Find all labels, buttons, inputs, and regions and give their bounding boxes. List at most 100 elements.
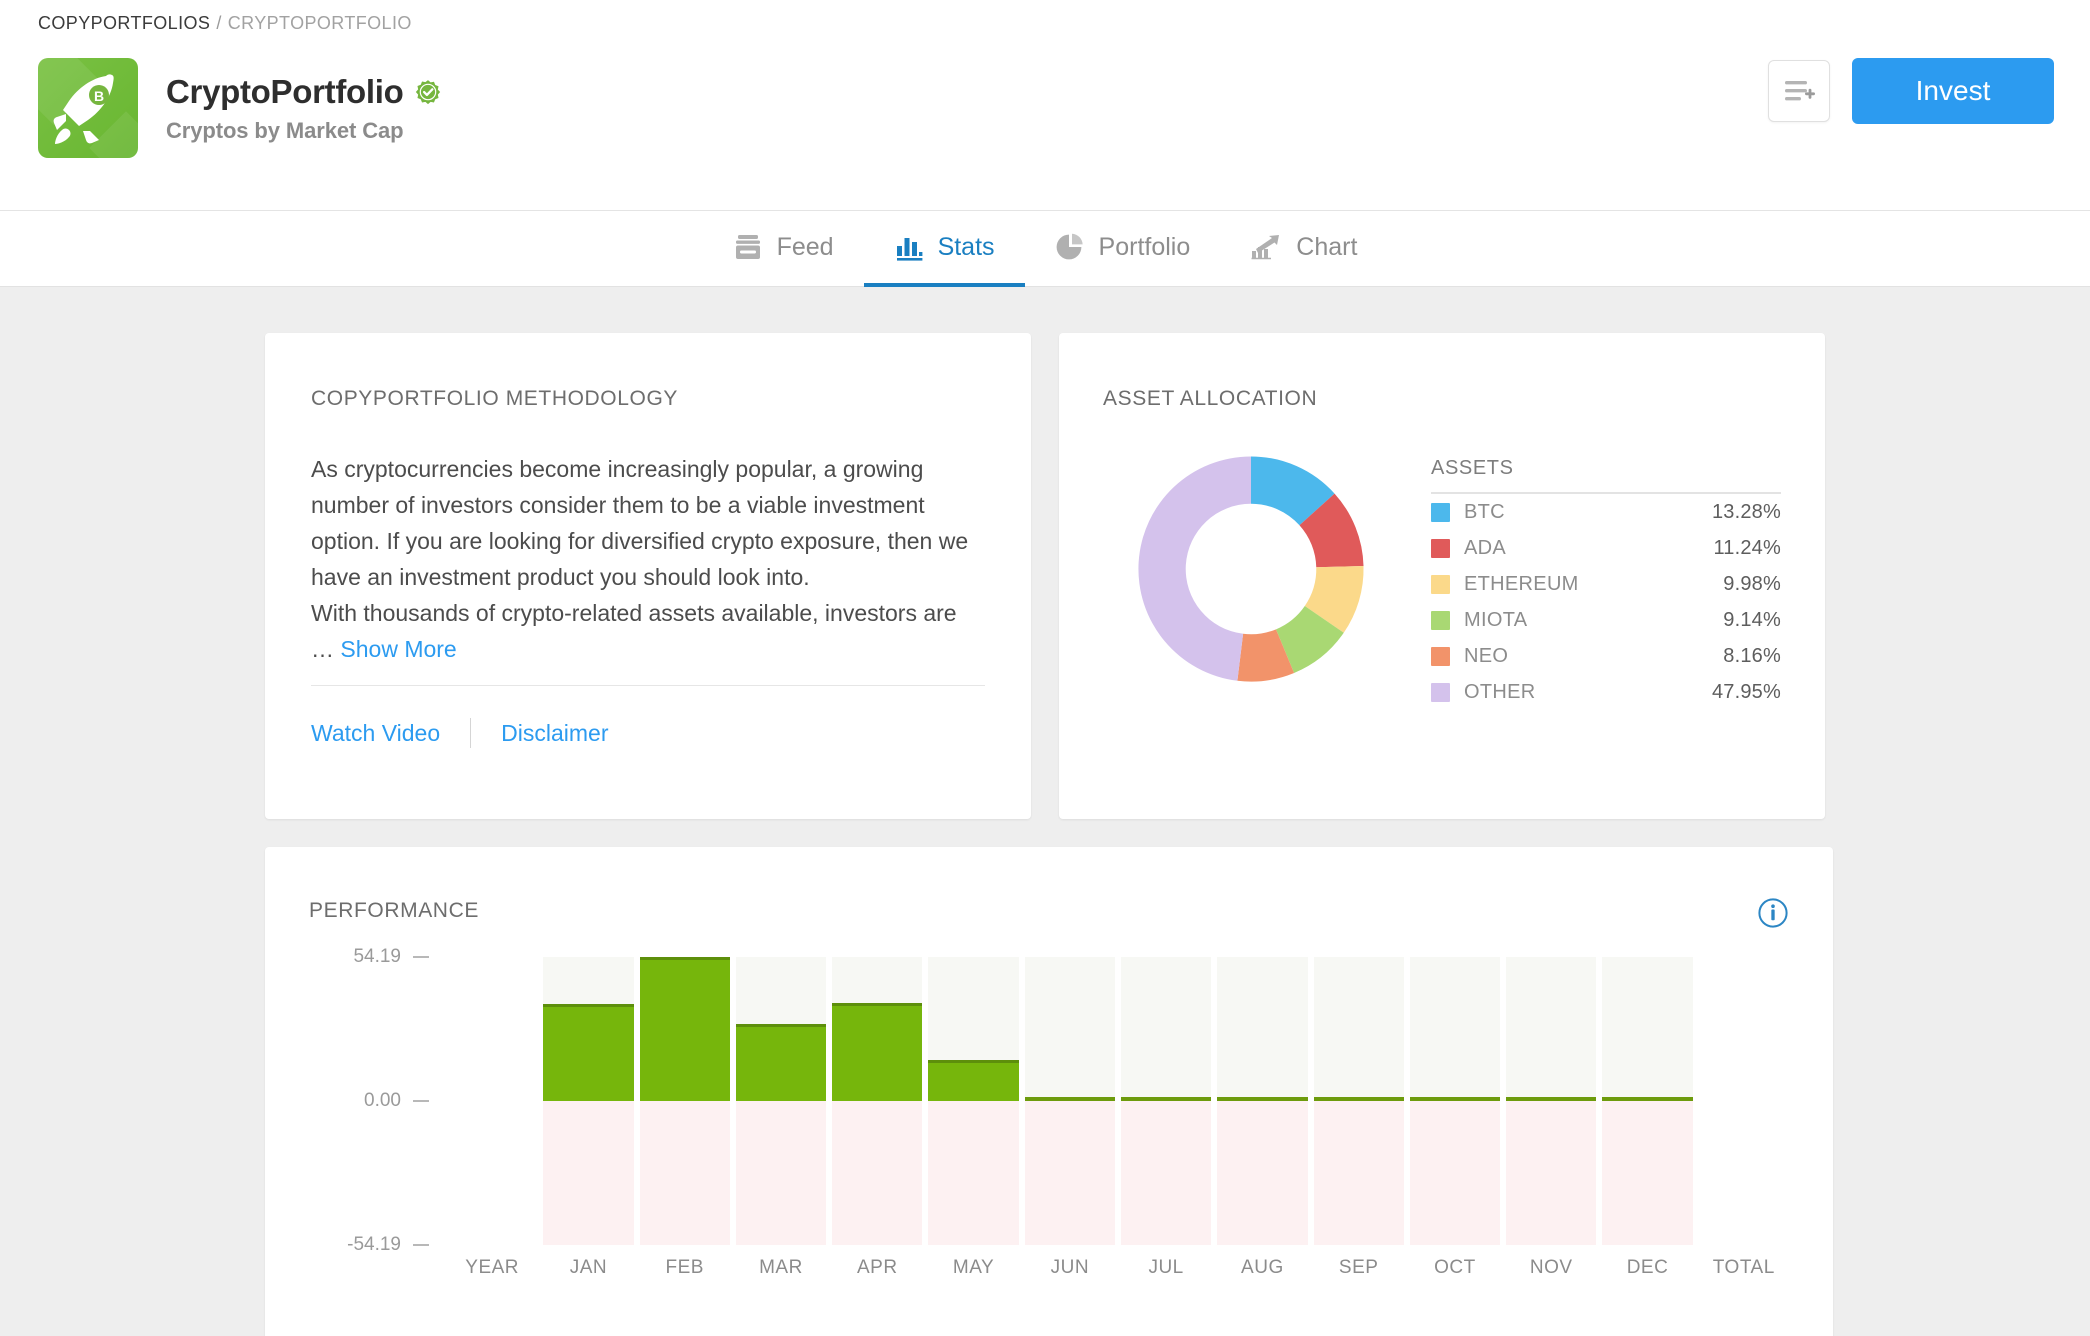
x-axis-label: APR xyxy=(856,1257,898,1278)
legend-swatch-icon xyxy=(1431,574,1451,594)
tab-stats[interactable]: Stats xyxy=(863,211,1025,287)
donut-slice-other[interactable] xyxy=(1138,456,1252,681)
rocket-bitcoin-icon: B xyxy=(38,58,138,158)
legend-item[interactable]: NEO 8.16% xyxy=(1431,638,1781,674)
asset-allocation-card: ASSET ALLOCATION ASSETS BTC 13.28% ADA 11.2… xyxy=(1059,333,1825,819)
chart-column xyxy=(1024,957,1115,1245)
chart-column xyxy=(543,957,634,1245)
bar-nov[interactable] xyxy=(1506,1097,1597,1101)
bar-apr[interactable] xyxy=(832,1002,923,1101)
tab-portfolio[interactable]: Portfolio xyxy=(1025,211,1221,287)
positive-band xyxy=(1313,957,1404,1101)
y-axis-tick xyxy=(413,1100,429,1102)
bar-chart-icon xyxy=(896,238,922,261)
x-axis-label: MAY xyxy=(952,1257,995,1278)
invest-button[interactable]: Invest xyxy=(1852,58,2054,124)
negative-band xyxy=(1313,1101,1404,1245)
chart-column xyxy=(735,957,827,1245)
asset-allocation-title: ASSET ALLOCATION xyxy=(1103,387,1318,410)
negative-band xyxy=(639,1101,730,1245)
header-actions: Invest xyxy=(1768,58,2054,124)
info-circle-icon[interactable] xyxy=(1757,897,1789,929)
chart-column xyxy=(1409,957,1501,1245)
feed-icon xyxy=(735,235,760,259)
portfolio-identity: B CryptoPortfolio Cryptos by Market Cap xyxy=(38,58,441,158)
bar-may[interactable] xyxy=(928,1059,1019,1101)
breadcrumb-separator: / xyxy=(216,13,222,33)
negative-band xyxy=(1602,1101,1693,1245)
x-axis-label: JAN xyxy=(569,1257,608,1278)
x-axis-label: AUG xyxy=(1241,1257,1284,1278)
add-to-watchlist-icon xyxy=(1785,81,1815,101)
bar-oct[interactable] xyxy=(1409,1097,1501,1101)
bar-jul[interactable] xyxy=(1120,1097,1212,1101)
x-axis-label: NOV xyxy=(1529,1257,1573,1278)
watch-video-link[interactable]: Watch Video xyxy=(311,720,440,747)
chart-column xyxy=(1217,957,1308,1245)
bar-feb[interactable] xyxy=(639,957,730,1101)
methodology-text: As cryptocurrencies become increasingly … xyxy=(311,456,969,626)
negative-band xyxy=(1120,1101,1212,1245)
page-header: COPYPORTFOLIOS / CRYPTOPORTFOLIO B CryptoP… xyxy=(0,0,2090,211)
legend-item[interactable]: MIOTA 9.14% xyxy=(1431,602,1781,638)
show-more-link[interactable]: Show More xyxy=(340,636,456,662)
legend-swatch-icon xyxy=(1431,502,1451,522)
portfolio-subtitle: Cryptos by Market Cap xyxy=(166,117,404,143)
link-separator xyxy=(470,718,472,748)
bar-jan[interactable] xyxy=(543,1003,634,1101)
positive-band xyxy=(1217,957,1308,1101)
tab-chart[interactable]: Chart xyxy=(1220,211,1387,287)
chart-column-empty xyxy=(447,957,537,1245)
svg-text:B: B xyxy=(94,88,104,104)
verified-badge-icon xyxy=(416,79,441,104)
chart-column xyxy=(928,957,1019,1245)
methodology-title: COPYPORTFOLIO METHODOLOGY xyxy=(311,387,678,410)
negative-band xyxy=(832,1101,923,1245)
legend-asset-percent: 11.24% xyxy=(1713,536,1781,559)
positive-band xyxy=(1506,957,1597,1101)
x-axis-label: SEP xyxy=(1338,1257,1379,1278)
legend-asset-name: ADA xyxy=(1464,536,1507,559)
chart-column xyxy=(1506,957,1597,1245)
legend-item[interactable]: BTC 13.28% xyxy=(1431,494,1781,530)
bar-sep[interactable] xyxy=(1313,1097,1404,1101)
legend-asset-name: MIOTA xyxy=(1464,608,1528,631)
negative-band xyxy=(928,1101,1019,1245)
tab-feed[interactable]: Feed xyxy=(703,211,864,287)
bar-aug[interactable] xyxy=(1217,1097,1308,1101)
legend-asset-percent: 9.14% xyxy=(1723,608,1781,631)
tab-label-stats: Stats xyxy=(937,232,995,261)
negative-band xyxy=(1217,1101,1308,1245)
negative-band xyxy=(1024,1101,1115,1245)
legend-asset-percent: 47.95% xyxy=(1711,680,1781,703)
legend-item[interactable]: OTHER 47.95% xyxy=(1431,674,1781,710)
disclaimer-link[interactable]: Disclaimer xyxy=(501,720,608,747)
legend-swatch-icon xyxy=(1431,610,1451,630)
performance-bars xyxy=(447,957,1789,1245)
bar-dec[interactable] xyxy=(1602,1097,1693,1101)
bar-jun[interactable] xyxy=(1024,1097,1115,1101)
negative-band xyxy=(735,1101,827,1245)
x-axis-label: TOTAL xyxy=(1712,1257,1775,1278)
x-axis-label: DEC xyxy=(1626,1257,1669,1278)
chart-column xyxy=(1313,957,1404,1245)
bar-mar[interactable] xyxy=(735,1023,827,1101)
chart-column xyxy=(639,957,730,1245)
legend-swatch-icon xyxy=(1431,538,1451,558)
legend-swatch-icon xyxy=(1431,646,1451,666)
tab-label-feed: Feed xyxy=(776,232,834,261)
breadcrumb-root[interactable]: COPYPORTFOLIOS xyxy=(38,13,210,33)
legend-asset-name: ETHEREUM xyxy=(1464,572,1579,595)
legend-item[interactable]: ADA 11.24% xyxy=(1431,530,1781,566)
chart-column xyxy=(1602,957,1693,1245)
legend-header: ASSETS xyxy=(1431,457,1781,494)
x-axis-label: OCT xyxy=(1434,1257,1476,1278)
negative-band xyxy=(1506,1101,1597,1245)
legend-asset-percent: 9.98% xyxy=(1723,572,1781,595)
add-to-watchlist-button[interactable] xyxy=(1768,60,1830,122)
performance-chart: 54.19 0.00 -54.19 YEAR JAN FEB MAR APR MAY JUN JU… xyxy=(309,946,1789,1278)
legend-asset-percent: 8.16% xyxy=(1723,644,1781,667)
y-axis-label: 54.19 xyxy=(353,946,401,967)
legend-item[interactable]: ETHEREUM 9.98% xyxy=(1431,566,1781,602)
methodology-ellipsis: … xyxy=(311,636,341,662)
